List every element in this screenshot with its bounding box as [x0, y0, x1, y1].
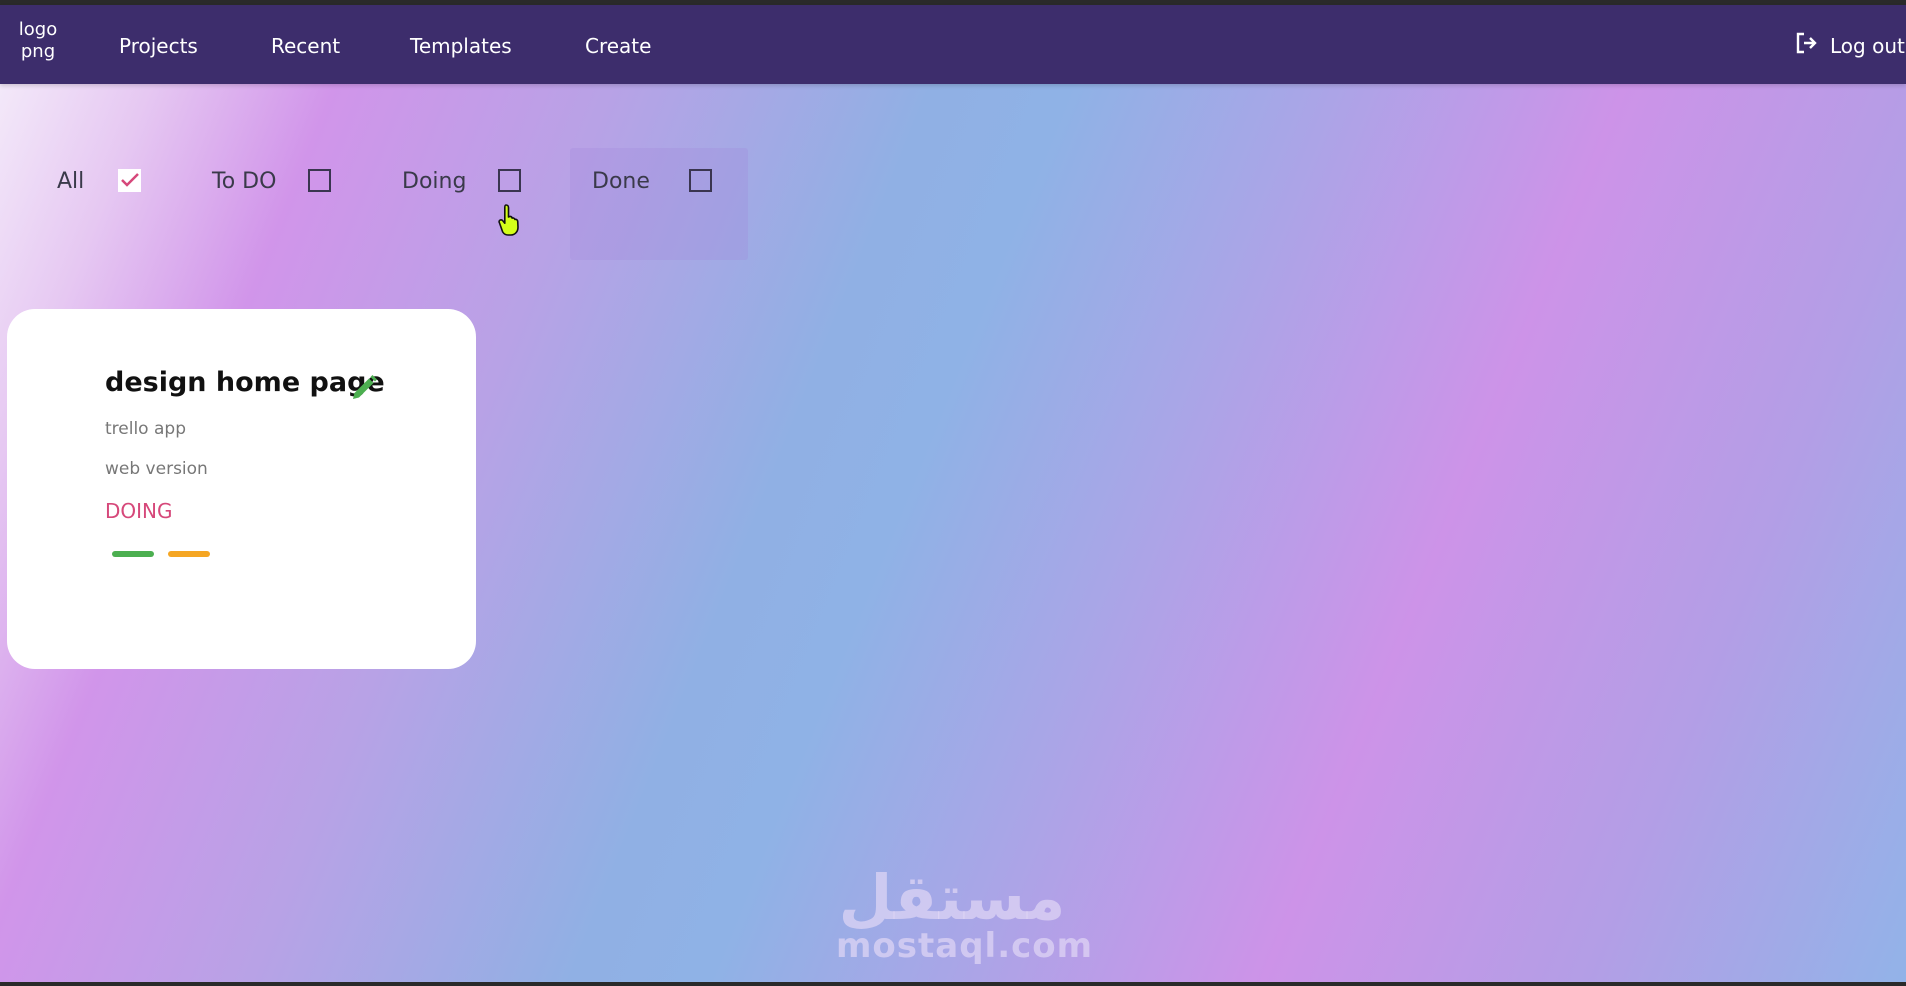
logo-line-1: logo: [18, 19, 58, 40]
window-bottom-strip: [0, 982, 1906, 986]
tag-orange[interactable]: [168, 551, 210, 557]
pencil-icon[interactable]: [349, 373, 379, 407]
filter-checkbox-all[interactable]: [118, 169, 141, 192]
logout-icon: [1794, 31, 1830, 60]
hover-highlight: [570, 148, 748, 260]
watermark: مستقل mostaql.com: [836, 861, 1094, 966]
filter-label-all: All: [57, 169, 85, 194]
logo[interactable]: logo png: [16, 19, 60, 63]
hand-pointer-icon: [498, 203, 524, 241]
logout-button[interactable]: Log out: [1794, 31, 1905, 60]
watermark-arabic: مستقل: [838, 861, 1066, 934]
filter-checkbox-doing[interactable]: [498, 169, 521, 192]
logout-label: Log out: [1830, 33, 1905, 58]
filter-label-done: Done: [592, 169, 650, 194]
card-subtitle: trello app: [105, 419, 186, 439]
nav-link-create[interactable]: Create: [585, 34, 651, 58]
watermark-latin: mostaql.com: [836, 926, 1094, 966]
card-title: design home page: [105, 367, 385, 398]
logo-line-2: png: [20, 41, 56, 62]
tag-green[interactable]: [112, 551, 154, 557]
filter-checkbox-done[interactable]: [689, 169, 712, 192]
filter-checkbox-todo[interactable]: [308, 169, 331, 192]
status-badge: DOING: [105, 499, 173, 523]
nav-link-recent[interactable]: Recent: [271, 34, 340, 58]
task-card[interactable]: design home page trello app web version …: [7, 309, 476, 669]
nav-link-templates[interactable]: Templates: [410, 34, 512, 58]
filter-label-doing: Doing: [402, 169, 467, 194]
top-navbar: logo png Projects Recent Templates Creat…: [0, 5, 1906, 84]
card-description: web version: [105, 459, 208, 479]
nav-link-projects[interactable]: Projects: [119, 34, 198, 58]
filter-label-todo: To DO: [212, 169, 277, 194]
